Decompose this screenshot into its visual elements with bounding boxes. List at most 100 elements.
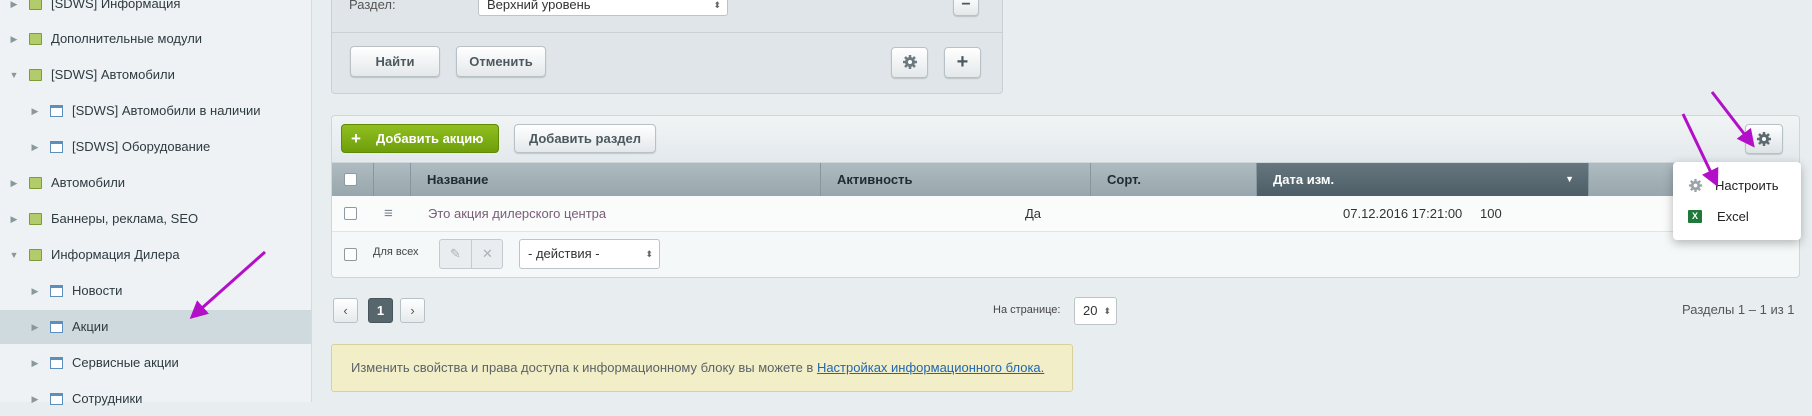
chevron-left-icon: ‹ — [343, 303, 348, 318]
iblock-settings-link[interactable]: Настройках информационного блока. — [817, 360, 1044, 375]
column-name[interactable]: Название — [411, 163, 821, 196]
delete-icon[interactable]: ✕ — [472, 240, 503, 268]
sidebar-item-dealer-info[interactable]: ▼ Информация Дилера — [0, 238, 311, 272]
table-row[interactable]: ≡ Это акция дилерского центра Да 100 07.… — [332, 196, 1799, 232]
row-checkbox[interactable] — [344, 207, 357, 220]
for-all-label: Для всех — [373, 246, 419, 258]
table-header: Название Активность Сорт. Дата изм. ▼ — [332, 163, 1799, 196]
expand-arrow-icon[interactable]: ▶ — [9, 0, 19, 21]
sidebar-item-employees[interactable]: ▶ Сотрудники — [0, 382, 311, 416]
section-select[interactable]: Верхний уровень ⬍ — [478, 0, 728, 16]
for-all-checkbox[interactable] — [344, 248, 357, 261]
row-active-value: Да — [1025, 206, 1042, 221]
folder-icon — [29, 33, 42, 45]
expand-arrow-icon[interactable]: ▶ — [30, 274, 40, 308]
edit-icon[interactable]: ✎ — [440, 240, 472, 268]
expand-arrow-icon[interactable]: ▶ — [9, 166, 19, 200]
page-icon — [50, 393, 63, 405]
expand-arrow-icon[interactable]: ▶ — [30, 382, 40, 416]
collapse-arrow-icon[interactable]: ▼ — [9, 58, 19, 92]
add-action-button[interactable]: + Добавить акцию — [341, 124, 499, 153]
section-filter-label: Раздел: — [349, 0, 396, 12]
sidebar-item-label: Сервисные акции — [72, 355, 179, 370]
group-actions-bar: Для всех ✎ ✕ - действия - ⬍ — [332, 232, 1799, 276]
folder-icon — [29, 69, 42, 81]
sidebar-item-label: Информация Дилера — [51, 247, 180, 262]
menu-item-excel-label: Excel — [1717, 209, 1749, 224]
sort-desc-icon: ▼ — [1565, 174, 1574, 184]
sidebar-item-service-actions[interactable]: ▶ Сервисные акции — [0, 346, 311, 380]
sidebar-item-actions[interactable]: ▶ Акции — [0, 310, 311, 344]
menu-item-excel[interactable]: X Excel — [1673, 203, 1801, 231]
page-icon — [50, 141, 63, 153]
row-sort-value: 100 — [1480, 206, 1502, 221]
add-filter-button[interactable]: + — [944, 47, 981, 78]
column-active[interactable]: Активность — [821, 163, 1091, 196]
column-date-modified[interactable]: Дата изм. ▼ — [1257, 163, 1589, 196]
sidebar-item-extra-modules[interactable]: ▶ Дополнительные модули — [0, 22, 311, 56]
sidebar-item-label: [SDWS] Автомобили в наличии — [72, 103, 261, 118]
group-actions-select-value: - действия - — [528, 246, 600, 261]
folder-icon — [29, 249, 42, 261]
row-menu-icon[interactable]: ≡ — [384, 196, 393, 231]
select-arrows-icon: ⬍ — [713, 0, 721, 10]
sidebar-item-cars-in-stock[interactable]: ▶ [SDWS] Автомобили в наличии — [0, 94, 311, 128]
expand-arrow-icon[interactable]: ▶ — [30, 130, 40, 164]
select-all-checkbox[interactable] — [344, 173, 357, 186]
grid-toolbar: + Добавить акцию Добавить раздел — [332, 116, 1799, 163]
sidebar-item-label: Новости — [72, 283, 123, 298]
grid-settings-button[interactable] — [1745, 124, 1783, 154]
per-page-select[interactable]: 20 ⬍ — [1074, 297, 1117, 325]
page-button-current[interactable]: 1 — [368, 298, 393, 323]
sidebar-item-banners[interactable]: ▶ Баннеры, реклама, SEO — [0, 202, 311, 236]
column-sort[interactable]: Сорт. — [1091, 163, 1257, 196]
expand-arrow-icon[interactable]: ▶ — [9, 22, 19, 56]
sidebar-item-cars[interactable]: ▶ Автомобили — [0, 166, 311, 200]
minus-icon: − — [961, 0, 971, 13]
filter-divider — [332, 32, 1002, 33]
group-action-buttons: ✎ ✕ — [439, 239, 503, 269]
plus-icon: + — [956, 51, 969, 73]
collapse-arrow-icon[interactable]: ▼ — [9, 238, 19, 272]
menu-item-configure-label: Настроить — [1715, 178, 1779, 193]
sidebar: ▶ [SDWS] Информация ▶ Дополнительные мод… — [0, 0, 312, 406]
folder-icon — [29, 177, 42, 189]
header-actions-cell — [374, 163, 411, 196]
row-name-link[interactable]: Это акция дилерского центра — [428, 196, 606, 231]
sidebar-item-equipment[interactable]: ▶ [SDWS] Оборудование — [0, 130, 311, 164]
filter-settings-button[interactable] — [891, 47, 928, 78]
gear-icon — [902, 55, 917, 69]
find-button[interactable]: Найти — [350, 46, 440, 77]
folder-icon — [29, 213, 42, 225]
sidebar-item-sdws-info[interactable]: ▶ [SDWS] Информация — [0, 0, 311, 21]
section-select-value: Верхний уровень — [487, 0, 591, 12]
expand-arrow-icon[interactable]: ▶ — [9, 202, 19, 236]
menu-item-configure[interactable]: Настроить — [1673, 172, 1801, 200]
remove-filter-button[interactable]: − — [953, 0, 979, 16]
column-sort-label: Сорт. — [1107, 172, 1141, 187]
per-page-label: На странице: — [993, 304, 1061, 316]
sidebar-item-label: [SDWS] Автомобили — [51, 67, 175, 82]
cancel-button[interactable]: Отменить — [456, 46, 546, 77]
cancel-button-label: Отменить — [469, 54, 533, 69]
expand-arrow-icon[interactable]: ▶ — [30, 310, 40, 344]
column-name-label: Название — [427, 172, 489, 187]
expand-arrow-icon[interactable]: ▶ — [30, 94, 40, 128]
page-number: 1 — [376, 303, 385, 318]
sidebar-item-label: Акции — [72, 319, 109, 334]
expand-arrow-icon[interactable]: ▶ — [30, 346, 40, 380]
next-page-button[interactable]: › — [400, 298, 425, 323]
sidebar-item-sdws-cars[interactable]: ▼ [SDWS] Автомобили — [0, 58, 311, 92]
column-date-label: Дата изм. — [1273, 172, 1335, 187]
group-actions-select[interactable]: - действия - ⬍ — [519, 239, 660, 269]
sidebar-item-news[interactable]: ▶ Новости — [0, 274, 311, 308]
page-icon — [50, 105, 63, 117]
page-icon — [50, 357, 63, 369]
folder-icon — [29, 0, 42, 10]
filter-panel: Раздел: Верхний уровень ⬍ − Найти Отмени… — [331, 0, 1003, 94]
sidebar-item-label: Автомобили — [51, 175, 126, 190]
add-section-button[interactable]: Добавить раздел — [514, 124, 656, 153]
prev-page-button[interactable]: ‹ — [333, 298, 358, 323]
excel-icon: X — [1688, 210, 1702, 223]
select-arrows-icon: ⬍ — [645, 249, 653, 259]
